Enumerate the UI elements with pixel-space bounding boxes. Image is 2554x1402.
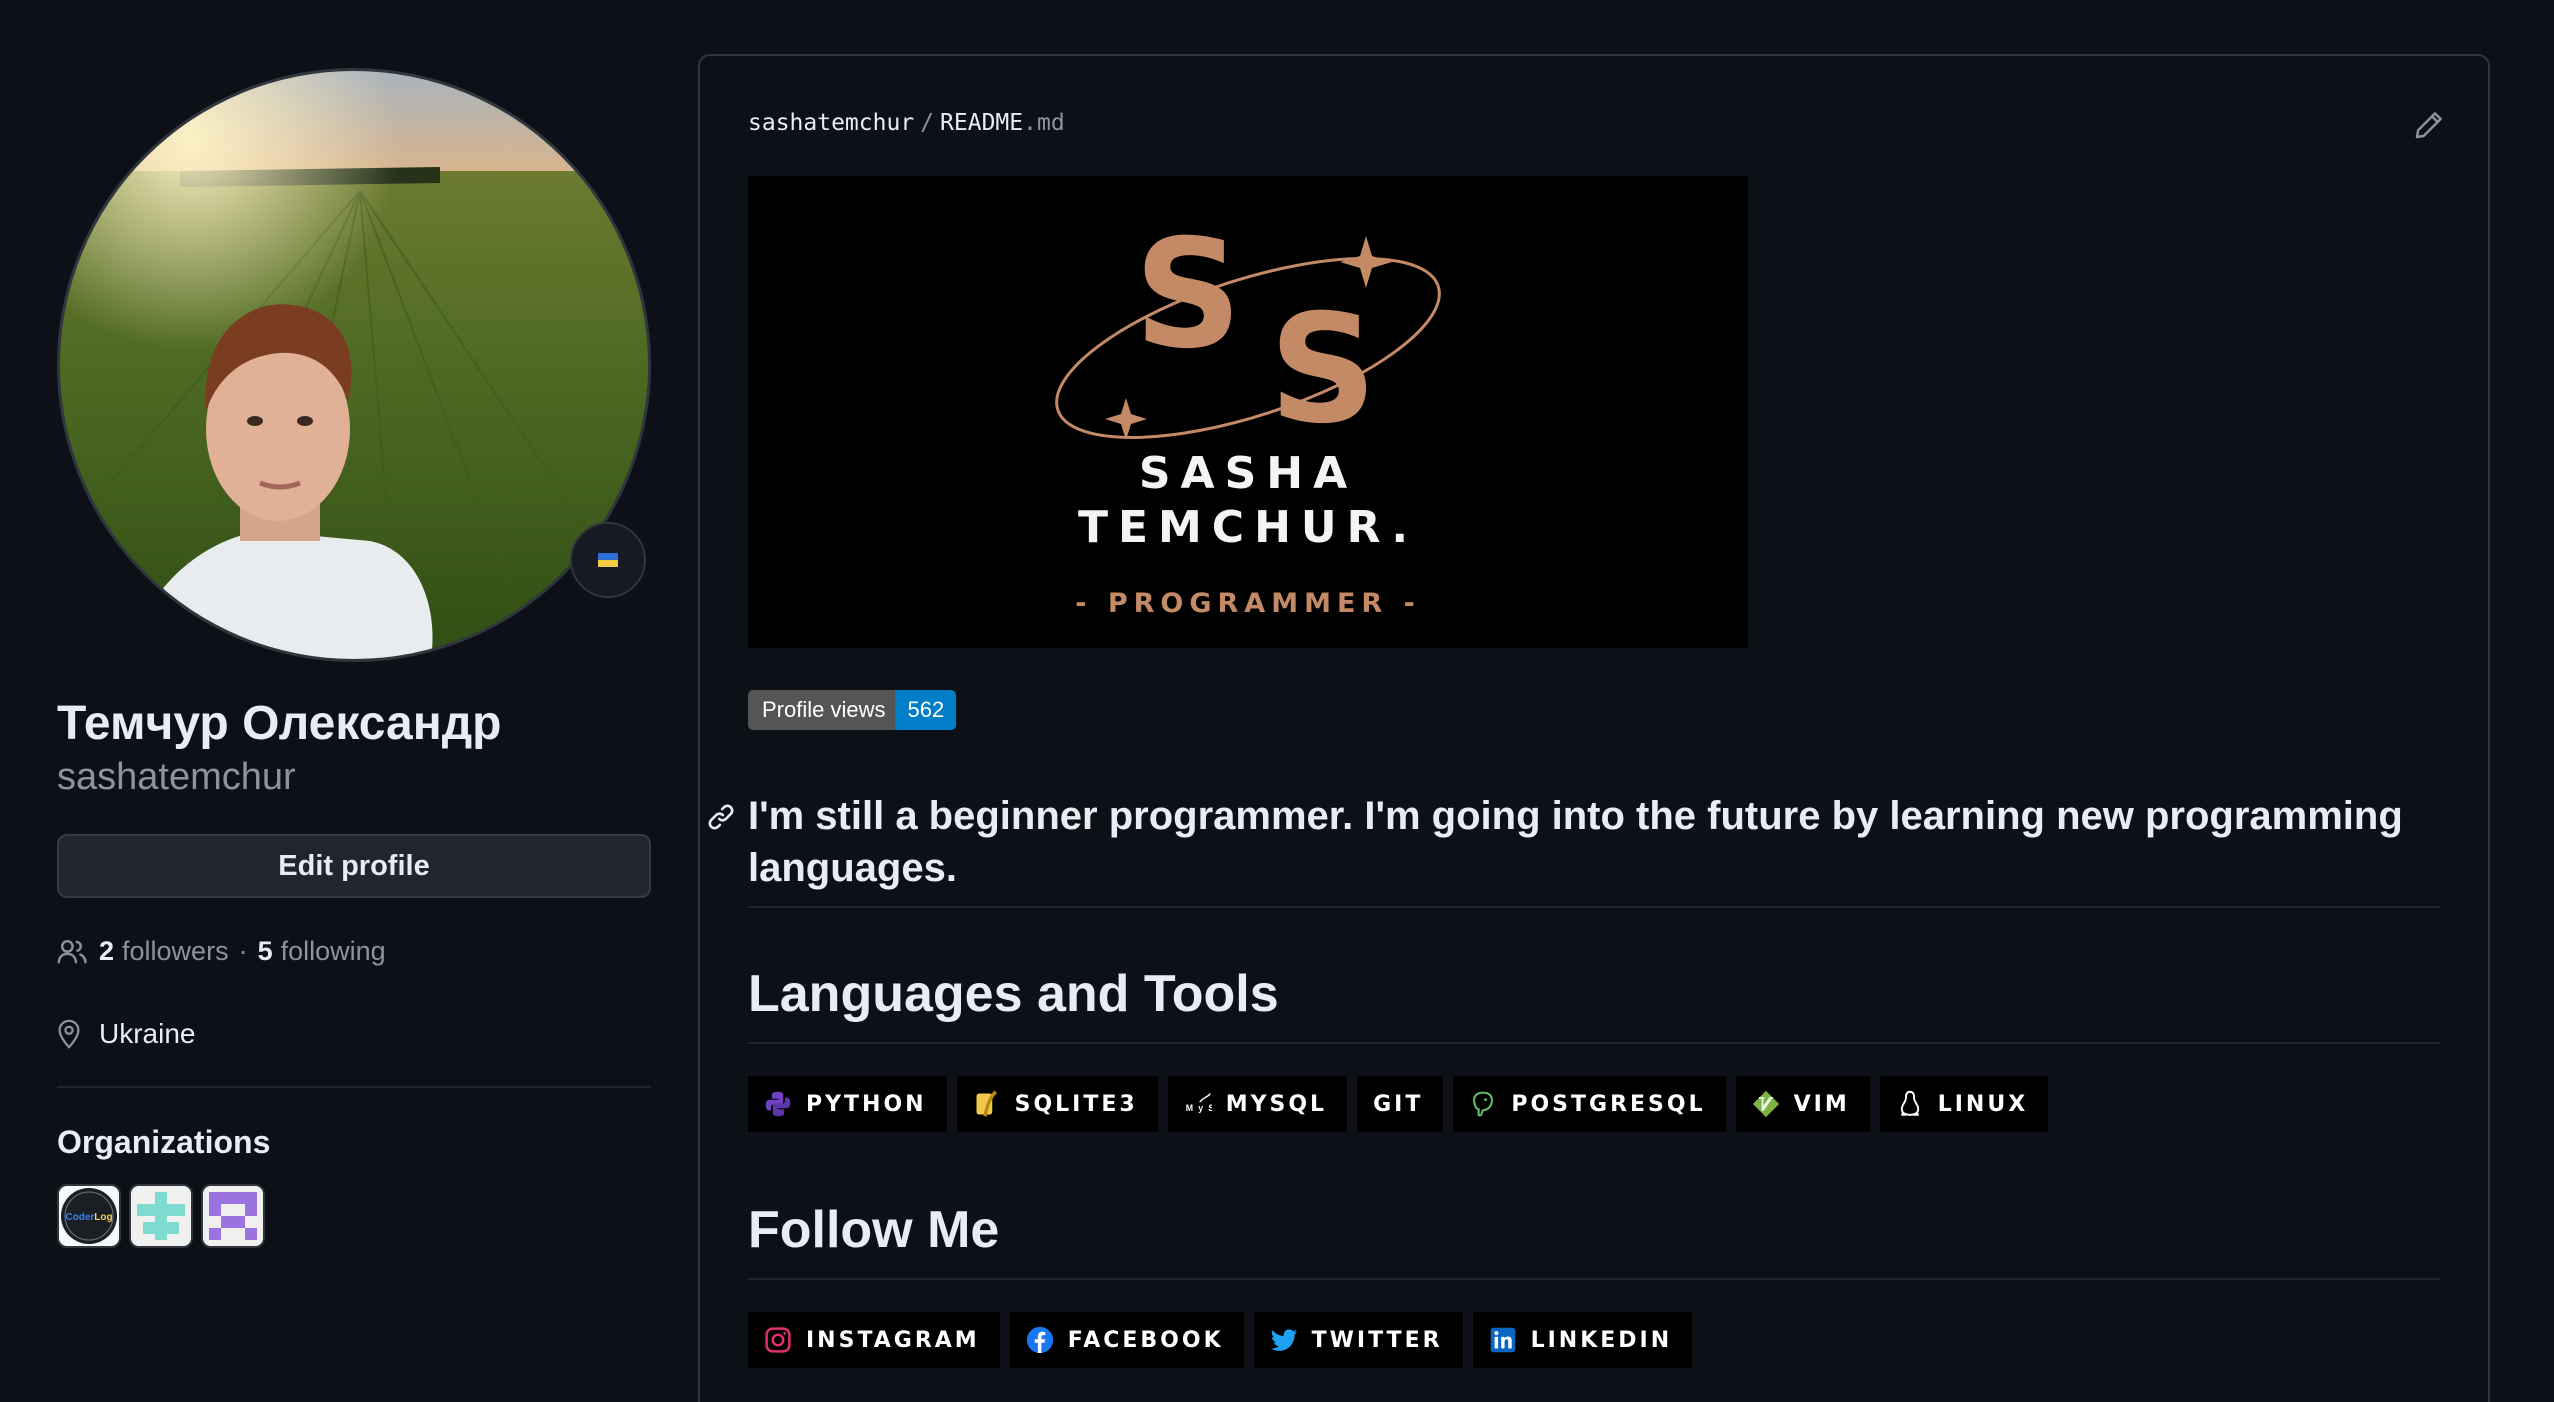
path-slash: / [920, 110, 935, 136]
org-avatar-coderlog[interactable]: CoderLog [57, 1184, 121, 1248]
readme-file-base: README [940, 110, 1024, 136]
readme-file-ext: .md [1023, 110, 1065, 136]
social-badges: INSTAGRAM FACEBOOK TWITTER LINKEDIN [748, 1312, 1693, 1368]
readme-card: sashatemchur / README.md S S SASHA TEMCH… [698, 54, 2490, 1402]
banner-line-2: TEMCHUR. [1077, 502, 1419, 553]
badge-git-label: GIT [1373, 1091, 1424, 1117]
org-avatar-teal[interactable] [129, 1184, 193, 1248]
profile-username: sashatemchur [57, 756, 296, 798]
badge-mysql-label: MYSQL [1225, 1091, 1328, 1117]
readme-banner-image: S S SASHA TEMCHUR. - PROGRAMMER - [748, 176, 1748, 648]
sqlite-icon [976, 1090, 997, 1117]
badge-facebook-label: FACEBOOK [1067, 1327, 1224, 1353]
postgresql-icon [1473, 1091, 1494, 1117]
badge-postgresql-label: POSTGRESQL [1511, 1091, 1706, 1117]
people-icon [57, 939, 87, 963]
languages-divider [748, 1042, 2440, 1044]
badge-vim-label: VIM [1793, 1091, 1850, 1117]
badge-twitter[interactable]: TWITTER [1253, 1312, 1463, 1368]
profile-views-badge: Profile views 562 [748, 690, 957, 730]
intro-divider [748, 906, 2440, 908]
avatar-container [57, 68, 651, 662]
badge-instagram-label: INSTAGRAM [806, 1327, 980, 1353]
edit-readme-button[interactable] [2414, 110, 2444, 145]
profile-full-name: Темчур Олександр [57, 697, 502, 750]
badge-sqlite[interactable]: SQLITE3 [956, 1076, 1158, 1132]
purple-identicon-icon [203, 1186, 263, 1246]
location-text: Ukraine [99, 1018, 196, 1049]
readme-file-link[interactable]: README.md [940, 110, 1065, 136]
profile-views-count: 562 [895, 690, 957, 730]
badge-linux-label: LINUX [1937, 1091, 2029, 1117]
followers-count: 2 [99, 936, 115, 966]
follow-stats: 2 followers · 5 following [57, 936, 386, 967]
badge-linkedin-label: LINKEDIN [1530, 1327, 1673, 1353]
vim-icon [1752, 1090, 1779, 1118]
languages-heading: Languages and Tools [748, 965, 1279, 1023]
follow-divider [748, 1278, 2440, 1280]
followers-link[interactable]: 2 followers [99, 936, 229, 967]
mysql-icon: MySQL [1185, 1093, 1212, 1113]
organizations-title: Organizations [57, 1124, 271, 1160]
svg-text:CoderLog: CoderLog [65, 1212, 112, 1223]
badge-sqlite-label: SQLITE3 [1014, 1091, 1138, 1117]
badge-mysql[interactable]: MySQL MYSQL [1167, 1076, 1348, 1132]
organizations-list: CoderLog [57, 1184, 265, 1248]
status-button[interactable] [570, 522, 646, 598]
profile-views-label: Profile views [748, 690, 896, 730]
linux-icon [1900, 1090, 1919, 1116]
badge-git[interactable]: GIT [1357, 1076, 1444, 1132]
location-pin-icon [58, 1019, 80, 1049]
following-link[interactable]: 5 following [258, 936, 386, 967]
edit-profile-button[interactable]: Edit profile [57, 834, 651, 898]
ss-logo-icon: S S [1055, 208, 1441, 457]
badge-python-label: PYTHON [806, 1091, 927, 1117]
readme-owner-link[interactable]: sashatemchur [748, 110, 914, 136]
twitter-icon [1270, 1329, 1297, 1351]
heading-anchor-link[interactable] [706, 802, 736, 837]
follow-separator: · [238, 936, 248, 966]
sidebar-divider [57, 1086, 651, 1088]
badge-twitter-label: TWITTER [1311, 1327, 1443, 1353]
python-icon [765, 1091, 791, 1117]
avatar[interactable] [57, 68, 651, 662]
badge-postgresql[interactable]: POSTGRESQL [1453, 1076, 1726, 1132]
badge-linkedin[interactable]: LINKEDIN [1472, 1312, 1693, 1368]
badge-python[interactable]: PYTHON [748, 1076, 947, 1132]
banner-line-3: - PROGRAMMER - [1075, 588, 1421, 619]
instagram-icon [765, 1327, 791, 1353]
coderlog-logo-icon: CoderLog [61, 1188, 117, 1244]
following-label: following [280, 936, 386, 966]
follow-heading: Follow Me [748, 1201, 1000, 1259]
readme-intro-heading: I'm still a beginner programmer. I'm goi… [748, 794, 2403, 890]
languages-badges: PYTHON SQLITE3 MySQL MYSQL GIT POSTGRESQ… [748, 1076, 2049, 1132]
pencil-icon [2415, 112, 2442, 139]
following-count: 5 [257, 936, 273, 966]
followers-label: followers [122, 936, 229, 966]
linkedin-icon [1490, 1327, 1515, 1353]
facebook-icon [1026, 1326, 1053, 1354]
link-icon [708, 804, 734, 830]
badge-facebook[interactable]: FACEBOOK [1009, 1312, 1244, 1368]
teal-identicon-icon [131, 1186, 191, 1246]
location: Ukraine [57, 1018, 195, 1050]
avatar-photo [60, 71, 648, 659]
svg-text:MySQL: MySQL [1185, 1103, 1211, 1113]
svg-text:S: S [1269, 283, 1377, 457]
badge-instagram[interactable]: INSTAGRAM [748, 1312, 1000, 1368]
org-avatar-purple[interactable] [201, 1184, 265, 1248]
badge-vim[interactable]: VIM [1735, 1076, 1870, 1132]
readme-path: sashatemchur / README.md [748, 110, 1065, 136]
badge-linux[interactable]: LINUX [1879, 1076, 2049, 1132]
ukraine-flag-icon [598, 553, 618, 567]
svg-text:S: S [1134, 208, 1242, 382]
banner-line-1: SASHA [1138, 448, 1358, 499]
